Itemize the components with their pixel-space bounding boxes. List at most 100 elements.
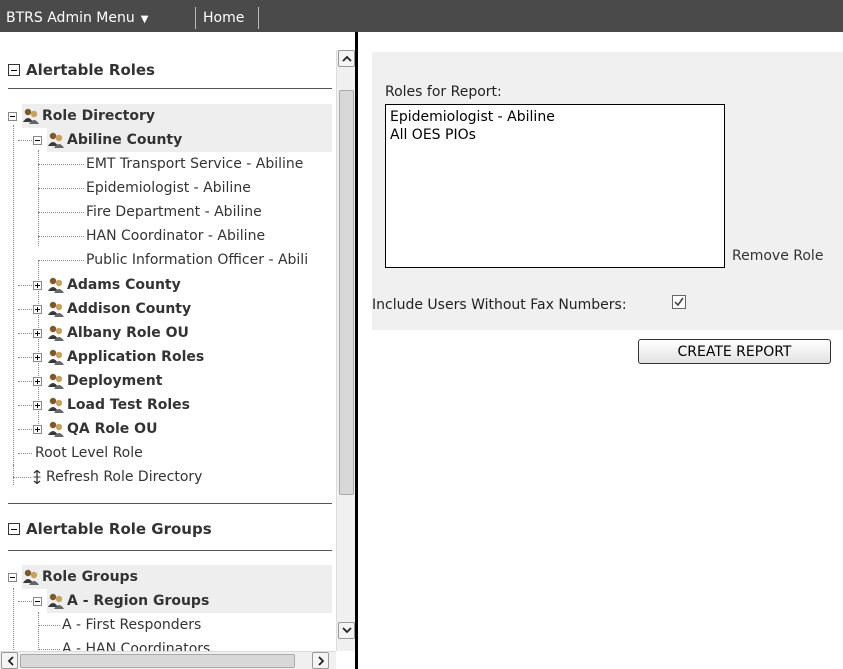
tree-leaf-role[interactable]: Epidemiologist - Abiline	[86, 176, 251, 200]
tree-leaf-role[interactable]: HAN Coordinator - Abiline	[86, 224, 265, 248]
vertical-scroll-thumb[interactable]	[339, 90, 354, 495]
tree-connector	[18, 429, 32, 430]
tree-connector	[18, 333, 32, 334]
tree-connector	[38, 625, 60, 626]
tree-leaf-role[interactable]: Fire Department - Abiline	[86, 200, 262, 224]
collapse-icon[interactable]	[33, 597, 42, 606]
horizontal-scroll-thumb[interactable]	[20, 654, 295, 668]
collapse-icon[interactable]	[33, 136, 42, 145]
expand-icon[interactable]	[33, 401, 42, 410]
chevron-up-icon	[342, 55, 352, 62]
tree-connector	[38, 260, 84, 261]
tree-node-label: Abiline County	[67, 132, 183, 148]
alertable-role-groups-title: Alertable Role Groups	[26, 520, 212, 538]
role-tree-panel: Alertable Roles Role Directory Abiline C…	[0, 32, 358, 669]
tree-node-label: QA Role OU	[67, 421, 158, 437]
tree-connector	[18, 285, 32, 286]
tree-node-albany-role-ou[interactable]: Albany Role OU	[67, 321, 189, 345]
tree-node-role-groups[interactable]: Role Groups	[22, 565, 332, 589]
tree-connector	[18, 357, 32, 358]
expand-icon[interactable]	[33, 329, 42, 338]
tree-node-adams-county[interactable]: Adams County	[67, 273, 181, 297]
tree-node-label: Role Directory	[42, 108, 156, 124]
tree-connector	[38, 236, 84, 237]
alertable-role-groups-header[interactable]: Alertable Role Groups	[8, 503, 332, 551]
tree-node-role-directory[interactable]: Role Directory	[22, 104, 332, 128]
chevron-left-icon	[7, 656, 14, 666]
create-report-button[interactable]: CREATE REPORT	[638, 339, 831, 364]
tree-node-deployment[interactable]: Deployment	[67, 369, 162, 393]
role-folder-icon	[23, 108, 39, 124]
role-tree-scroll-area[interactable]: Alertable Roles Role Directory Abiline C…	[0, 32, 336, 651]
tree-leaf-root-level-role[interactable]: Root Level Role	[35, 441, 143, 465]
expand-icon[interactable]	[33, 281, 42, 290]
scroll-right-button[interactable]	[312, 652, 329, 669]
scroll-down-button[interactable]	[338, 622, 355, 639]
chevron-down-icon: ▼	[140, 14, 149, 25]
collapse-icon[interactable]	[8, 112, 17, 121]
chevron-right-icon	[318, 656, 325, 666]
tree-node-load-test-roles[interactable]: Load Test Roles	[67, 393, 190, 417]
role-folder-icon	[48, 132, 64, 148]
expand-icon[interactable]	[33, 425, 42, 434]
roles-for-report-listbox[interactable]: Epidemiologist - Abiline All OES PIOs	[385, 104, 725, 268]
tree-node-qa-role-ou[interactable]: QA Role OU	[67, 417, 157, 441]
expand-icon[interactable]	[33, 305, 42, 314]
tree-node-label: Adams County	[67, 277, 181, 293]
refresh-role-directory-link[interactable]: Refresh Role Directory	[46, 465, 202, 489]
expand-icon[interactable]	[33, 377, 42, 386]
tree-connector	[18, 140, 32, 141]
include-users-without-fax-checkbox[interactable]	[672, 295, 686, 309]
scroll-left-button[interactable]	[1, 652, 18, 669]
role-folder-icon	[48, 593, 64, 609]
home-link[interactable]: Home	[197, 7, 259, 29]
refresh-label: Refresh Role Directory	[46, 469, 203, 485]
role-folder-icon	[48, 301, 64, 317]
tree-connector	[18, 601, 32, 602]
collapse-toggle-icon[interactable]	[8, 523, 20, 535]
tree-node-addison-county[interactable]: Addison County	[67, 297, 191, 321]
tree-leaf-label: EMT Transport Service - Abiline	[86, 156, 304, 172]
tree-leaf-role[interactable]: Public Information Officer - Abili	[86, 248, 308, 272]
listbox-option[interactable]: Epidemiologist - Abiline	[390, 108, 720, 126]
tree-connector	[13, 477, 31, 478]
collapse-toggle-icon[interactable]	[8, 64, 20, 76]
vertical-scrollbar[interactable]	[336, 50, 355, 651]
tree-leaf-role[interactable]: EMT Transport Service - Abiline	[86, 152, 303, 176]
admin-menu-dropdown[interactable]: BTRS Admin Menu ▼	[0, 7, 196, 29]
alertable-roles-title: Alertable Roles	[26, 61, 155, 79]
tree-node-label: Load Test Roles	[67, 397, 190, 413]
role-folder-icon	[48, 325, 64, 341]
scroll-up-button[interactable]	[338, 50, 355, 67]
tree-node-label: Albany Role OU	[67, 325, 189, 341]
checkmark-icon	[674, 297, 684, 307]
tree-node-application-roles[interactable]: Application Roles	[67, 345, 204, 369]
tree-leaf-group[interactable]: A - First Responders	[62, 613, 201, 637]
tree-leaf-label: HAN Coordinator - Abiline	[86, 228, 266, 244]
horizontal-scrollbar[interactable]	[0, 651, 336, 669]
listbox-option[interactable]: All OES PIOs	[390, 126, 720, 144]
refresh-icon[interactable]	[31, 470, 43, 484]
role-folder-icon	[48, 421, 64, 437]
tree-leaf-group[interactable]: A - HAN Coordinators	[62, 637, 210, 651]
alertable-roles-header[interactable]: Alertable Roles	[8, 52, 332, 89]
tree-node-label: Addison County	[67, 301, 192, 317]
tree-leaf-label: Root Level Role	[35, 445, 143, 461]
chevron-down-icon	[342, 627, 352, 634]
role-folder-icon	[23, 569, 39, 585]
role-folder-icon	[48, 349, 64, 365]
collapse-icon[interactable]	[8, 573, 17, 582]
tree-leaf-label: A - HAN Coordinators	[62, 641, 211, 651]
home-label: Home	[203, 10, 245, 26]
tree-node-a-region-groups[interactable]: A - Region Groups	[47, 589, 332, 613]
tree-connector	[38, 212, 84, 213]
tree-leaf-label: Fire Department - Abiline	[86, 204, 262, 220]
tree-node-label: A - Region Groups	[67, 593, 210, 609]
tree-leaf-label: Public Information Officer - Abili	[86, 252, 309, 268]
tree-node-abiline-county[interactable]: Abiline County	[47, 128, 332, 152]
remove-role-link[interactable]: Remove Role	[732, 248, 823, 264]
tree-connector	[38, 649, 60, 650]
tree-connector	[13, 588, 14, 651]
tree-node-label: Deployment	[67, 373, 163, 389]
expand-icon[interactable]	[33, 353, 42, 362]
